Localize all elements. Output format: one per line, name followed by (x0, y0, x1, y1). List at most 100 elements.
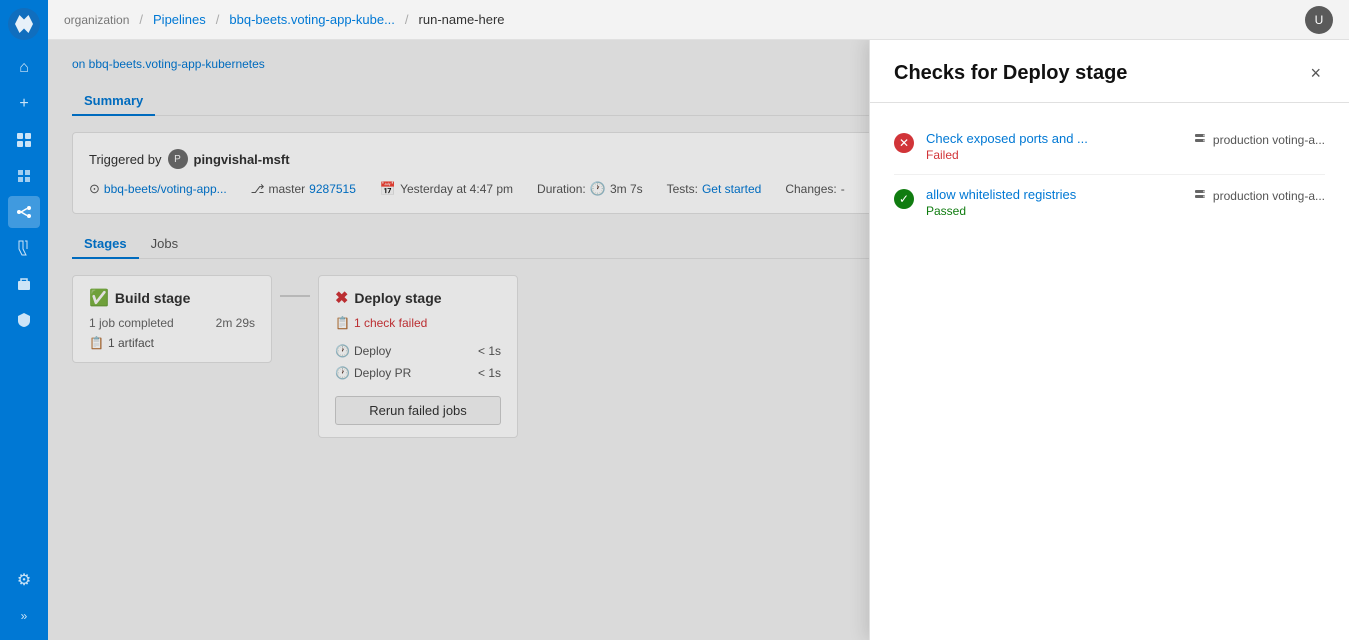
check-failed-link[interactable]: 📋 1 check failed (335, 316, 501, 330)
topbar-pipelines-link[interactable]: Pipelines (153, 12, 206, 27)
calendar-icon: 📅 (380, 181, 396, 197)
checks-panel-close-button[interactable]: × (1306, 60, 1325, 86)
triggered-by-label: Triggered by (89, 152, 162, 167)
sidebar-bottom: ⚙ » (8, 564, 40, 640)
build-stage-meta: 1 job completed 2m 29s (89, 316, 255, 330)
changes-label: Changes: (785, 182, 836, 196)
sidebar-item-artifacts[interactable] (8, 268, 40, 300)
topbar: organization / Pipelines / bbq-beets.vot… (48, 0, 1349, 40)
deploy-stage-name: Deploy stage (354, 290, 441, 306)
deploy-job-duration-1: < 1s (478, 344, 501, 358)
clock-icon: 🕐 (590, 181, 606, 197)
check-status-1: Failed (926, 148, 1181, 162)
tab-summary[interactable]: Summary (72, 87, 155, 116)
expand-sidebar-icon[interactable]: » (8, 600, 40, 632)
branch-icon: ⎇ (251, 182, 265, 196)
page-content: on bbq-beets.voting-app-kubernetes Summa… (48, 40, 1349, 640)
branch-name: master (268, 182, 305, 196)
artifact-label: 1 artifact (108, 336, 154, 350)
check-info-1: Check exposed ports and ... Failed (926, 131, 1181, 162)
checks-panel: Checks for Deploy stage × ✕ Check expose… (869, 40, 1349, 640)
user-avatar[interactable]: U (1305, 6, 1333, 34)
deploy-job-label-2: Deploy PR (354, 366, 411, 380)
sidebar-item-security[interactable] (8, 304, 40, 336)
commit-hash[interactable]: 9287515 (309, 182, 356, 196)
tests-label: Tests: (667, 182, 698, 196)
duration-label: Duration: (537, 182, 586, 196)
sidebar-item-pipelines[interactable] (8, 196, 40, 228)
repo-link[interactable]: bbq-beets/voting-app... (104, 182, 227, 196)
deploy-job-name-1: 🕐 Deploy (335, 344, 391, 358)
deploy-job-1: 🕐 Deploy < 1s (335, 340, 501, 362)
deploy-stage-card: ✖ Deploy stage 📋 1 check failed 🕐 Deploy… (318, 275, 518, 438)
deploy-job-label-1: Deploy (354, 344, 391, 358)
topbar-sep-1: / (139, 12, 143, 27)
tests-item: Tests: Get started (667, 182, 762, 196)
changes-item: Changes: - (785, 182, 844, 196)
resource-icon-2 (1193, 187, 1207, 204)
check-failed-label: 1 check failed (354, 316, 427, 330)
trigger-user-name: pingvishal-msft (194, 152, 290, 167)
repo-item: ⊙ bbq-beets/voting-app... (89, 181, 227, 197)
repo-icon: ⊙ (89, 181, 100, 197)
check-item-2: ✓ allow whitelisted registries Passed (894, 175, 1325, 230)
build-success-icon: ✅ (89, 288, 109, 308)
clock-icon-1: 🕐 (335, 344, 350, 358)
deploy-job-2: 🕐 Deploy PR < 1s (335, 362, 501, 384)
check-status-2: Passed (926, 204, 1181, 218)
duration-item: Duration: 🕐 3m 7s (537, 181, 643, 197)
date-item: 📅 Yesterday at 4:47 pm (380, 181, 513, 197)
branch-item: ⎇ master 9287515 (251, 182, 356, 196)
deploy-fail-icon: ✖ (335, 288, 348, 308)
check-resource-1: production voting-a... (1193, 131, 1325, 148)
deploy-job-name-2: 🕐 Deploy PR (335, 366, 411, 380)
check-name-2[interactable]: allow whitelisted registries (926, 187, 1181, 202)
deploy-job-duration-2: < 1s (478, 366, 501, 380)
duration-value: 3m 7s (610, 182, 643, 196)
topbar-run-name: run-name-here (419, 12, 505, 27)
build-jobs-label: 1 job completed (89, 316, 174, 330)
checks-panel-body: ✕ Check exposed ports and ... Failed (870, 103, 1349, 640)
sidebar-item-repos[interactable] (8, 160, 40, 192)
build-duration: 2m 29s (216, 316, 255, 330)
main-content: organization / Pipelines / bbq-beets.vot… (48, 0, 1349, 640)
build-stage-header: ✅ Build stage (89, 288, 255, 308)
resource-name-2: production voting-a... (1213, 189, 1325, 203)
resource-name-1: production voting-a... (1213, 133, 1325, 147)
trigger-user-avatar: P (168, 149, 188, 169)
check-info-2: allow whitelisted registries Passed (926, 187, 1181, 218)
sidebar-item-boards[interactable] (8, 124, 40, 156)
topbar-pipeline-name[interactable]: bbq-beets.voting-app-kube... (229, 12, 395, 27)
tab-jobs[interactable]: Jobs (139, 230, 190, 259)
tests-link[interactable]: Get started (702, 182, 761, 196)
check-pass-icon-2: ✓ (894, 189, 914, 209)
deploy-stage-header: ✖ Deploy stage (335, 288, 501, 308)
build-stage-card: ✅ Build stage 1 job completed 2m 29s 📋 1… (72, 275, 272, 363)
rerun-failed-jobs-button[interactable]: Rerun failed jobs (335, 396, 501, 425)
build-stage-name: Build stage (115, 290, 190, 306)
check-name-1[interactable]: Check exposed ports and ... (926, 131, 1181, 146)
sidebar-item-test[interactable] (8, 232, 40, 264)
check-item-1: ✕ Check exposed ports and ... Failed (894, 119, 1325, 175)
artifact-icon: 📋 (89, 336, 104, 350)
settings-icon[interactable]: ⚙ (8, 564, 40, 596)
run-date: Yesterday at 4:47 pm (400, 182, 513, 196)
connector-line (280, 295, 310, 297)
sidebar-item-create[interactable]: + (8, 88, 40, 120)
check-resource-2: production voting-a... (1193, 187, 1325, 204)
topbar-sep-2: / (216, 12, 220, 27)
branch-link[interactable]: on bbq-beets.voting-app-kubernetes (72, 57, 265, 71)
topbar-right: U (1305, 6, 1333, 34)
topbar-sep-3: / (405, 12, 409, 27)
sidebar-item-home[interactable]: ⌂ (8, 52, 40, 84)
changes-value: - (841, 182, 845, 196)
stage-connector (272, 295, 318, 297)
checks-panel-title: Checks for Deploy stage (894, 62, 1127, 85)
sidebar: ⌂ + ⚙ » (0, 0, 48, 640)
tab-stages[interactable]: Stages (72, 230, 139, 259)
resource-icon-1 (1193, 131, 1207, 148)
topbar-org: organization (64, 13, 129, 27)
check-icon: 📋 (335, 316, 350, 330)
build-artifact: 📋 1 artifact (89, 336, 255, 350)
app-logo[interactable] (8, 8, 40, 40)
